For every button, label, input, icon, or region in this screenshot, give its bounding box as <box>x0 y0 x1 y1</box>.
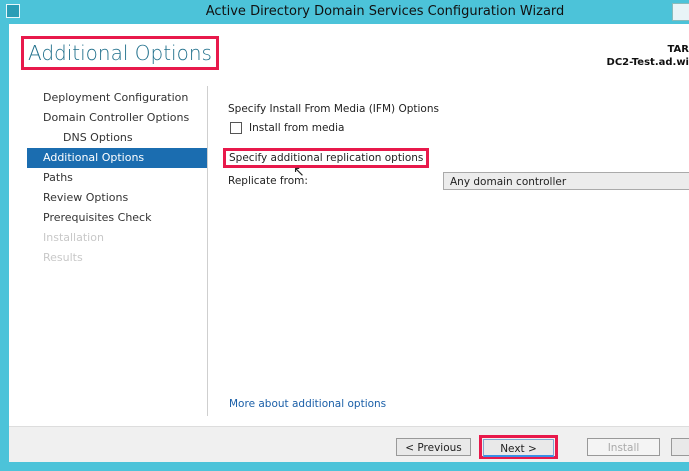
wizard-nav: Deployment Configuration Domain Controlle… <box>27 88 207 268</box>
cancel-button[interactable] <box>671 438 689 456</box>
divider <box>207 86 208 416</box>
window-border <box>0 24 9 471</box>
checkbox-box[interactable] <box>230 122 242 134</box>
more-about-link[interactable]: More about additional options <box>229 398 386 410</box>
footer: < Previous Next > Install <box>9 426 689 463</box>
target-server-name: DC2-Test.ad.wi <box>606 57 689 68</box>
nav-item-results: Results <box>43 251 83 264</box>
minimize-button[interactable] <box>672 3 689 21</box>
title-bar: Active Directory Domain Services Configu… <box>0 0 689 24</box>
window-border-bottom <box>0 462 689 471</box>
next-button[interactable]: Next > <box>483 439 554 457</box>
nav-item-paths[interactable]: Paths <box>27 168 207 188</box>
replicate-from-select[interactable]: Any domain controller <box>443 172 689 190</box>
next-highlight: Next > <box>479 435 558 459</box>
install-from-media-checkbox[interactable]: Install from media <box>230 122 344 134</box>
content: Deployment Configuration Domain Controlle… <box>9 86 689 426</box>
nav-item-dns-options[interactable]: DNS Options <box>27 128 207 148</box>
nav-item-additional-options[interactable]: Additional Options <box>27 148 207 168</box>
checkbox-label: Install from media <box>249 122 345 134</box>
nav-item-deployment-configuration[interactable]: Deployment Configuration <box>27 88 207 108</box>
install-button[interactable]: Install <box>587 438 660 456</box>
target-server-label: TAR <box>667 44 689 55</box>
previous-button[interactable]: < Previous <box>396 438 471 456</box>
ifm-heading: Specify Install From Media (IFM) Options <box>228 103 439 115</box>
nav-item-prerequisites-check[interactable]: Prerequisites Check <box>27 208 207 228</box>
nav-item-review-options[interactable]: Review Options <box>27 188 207 208</box>
replicate-from-label: Replicate from: <box>228 175 308 187</box>
window-title: Active Directory Domain Services Configu… <box>205 4 565 19</box>
replication-heading: Specify additional replication options <box>223 148 430 168</box>
nav-item-domain-controller-options[interactable]: Domain Controller Options <box>27 108 207 128</box>
page-title: Additional Options <box>21 36 219 70</box>
nav-item-installation: Installation <box>43 231 104 244</box>
